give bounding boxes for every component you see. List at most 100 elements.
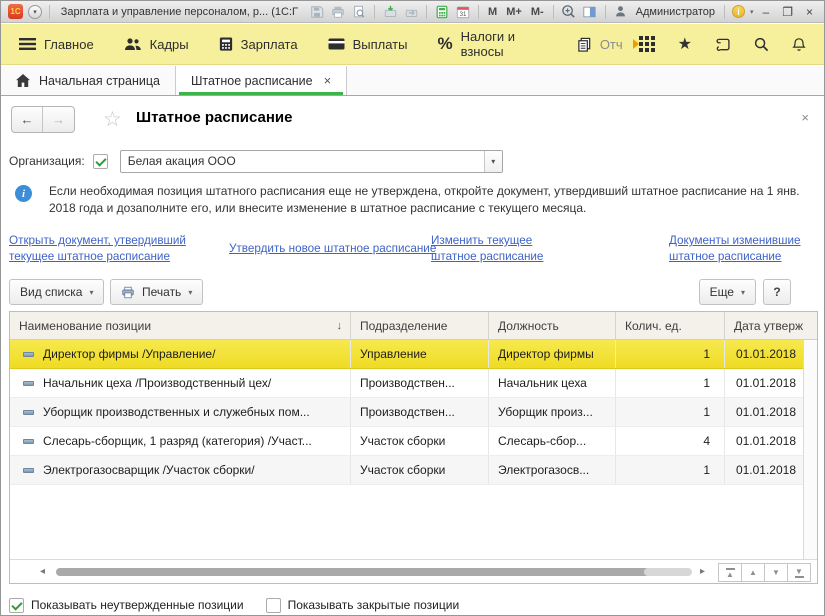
- help-button[interactable]: ?: [763, 279, 791, 305]
- memory-recall-button[interactable]: М: [486, 6, 499, 18]
- zoom-icon[interactable]: [561, 4, 577, 20]
- menu-personnel[interactable]: Кадры: [124, 37, 189, 52]
- column-header-position-name[interactable]: Наименование позиции ↓: [10, 312, 351, 339]
- position-dash-icon: [23, 410, 34, 415]
- cell-department: Участок сборки: [351, 456, 489, 484]
- scroll-right-icon[interactable]: ▸: [700, 566, 705, 577]
- current-user-label[interactable]: Администратор: [636, 6, 715, 18]
- tab-staffing-schedule[interactable]: Штатное расписание ×: [176, 66, 347, 95]
- memory-minus-button[interactable]: М-: [529, 6, 546, 18]
- divider: [426, 5, 427, 19]
- combo-dropdown-button[interactable]: ▾: [484, 151, 502, 172]
- all-functions-grid-icon[interactable]: [639, 36, 655, 52]
- cell-position: Директор фирмы: [489, 340, 616, 368]
- menu-main[interactable]: Главное: [19, 37, 94, 52]
- history-nav: ← →: [11, 106, 75, 133]
- cell-date: 01.01.2018: [725, 398, 803, 426]
- position-dash-icon: [23, 352, 34, 357]
- table-row[interactable]: Начальник цеха /Производственный цех/ Пр…: [10, 369, 803, 398]
- menu-label: Выплаты: [353, 37, 408, 52]
- cell-date: 01.01.2018: [725, 456, 803, 484]
- history-icon[interactable]: [715, 37, 731, 52]
- scrollbar-thumb[interactable]: [56, 568, 652, 576]
- chevron-down-icon: ▾: [491, 157, 495, 166]
- menu-reports[interactable]: Отч: [577, 37, 639, 52]
- link-changing-documents[interactable]: Документы изменившие штатное расписание: [669, 233, 825, 265]
- menu-label: Главное: [44, 37, 94, 52]
- menu-salary[interactable]: Зарплата: [219, 37, 298, 52]
- tab-home[interactable]: Начальная страница: [1, 66, 176, 95]
- link-approve-new-schedule[interactable]: Утвердить новое штатное расписание: [229, 241, 465, 257]
- table-row[interactable]: Слесарь-сборщик, 1 разряд (категория) /У…: [10, 427, 803, 456]
- back-button[interactable]: ←: [12, 107, 43, 132]
- system-menu-button[interactable]: ▾: [28, 5, 42, 19]
- show-unapproved-checkbox[interactable]: [9, 598, 24, 613]
- print-preview-icon[interactable]: [351, 4, 367, 20]
- go-last-row-button[interactable]: ▼: [787, 563, 811, 582]
- search-icon[interactable]: [754, 37, 769, 52]
- tab-bar: Начальная страница Штатное расписание ×: [1, 66, 824, 96]
- show-closed-checkbox[interactable]: [266, 598, 281, 613]
- bank-card-icon: [328, 38, 345, 50]
- calendar-icon[interactable]: 31: [455, 4, 471, 20]
- split-window-icon[interactable]: [582, 4, 598, 20]
- column-header-position[interactable]: Должность: [489, 312, 616, 339]
- row-up-button[interactable]: ▲: [741, 563, 765, 582]
- cell-date: 01.01.2018: [725, 369, 803, 397]
- chevron-down-icon: ▾: [89, 288, 93, 297]
- tab-label: Начальная страница: [39, 74, 160, 88]
- form-close-icon[interactable]: ×: [801, 110, 809, 125]
- table-header: Наименование позиции ↓ Подразделение Дол…: [10, 312, 817, 340]
- cell-position: Уборщик произ...: [489, 398, 616, 426]
- tab-close-icon[interactable]: ×: [324, 73, 332, 88]
- receive-file-icon[interactable]: [403, 4, 419, 20]
- print-icon[interactable]: [330, 4, 346, 20]
- chevron-down-icon[interactable]: ▾: [750, 8, 754, 16]
- column-header-count[interactable]: Колич. ед.: [616, 312, 725, 339]
- app-window: 1С ▾ Зарплата и управление персоналом, р…: [0, 0, 825, 616]
- close-button[interactable]: ×: [802, 5, 817, 19]
- save-icon[interactable]: [309, 4, 325, 20]
- cell-department: Производствен...: [351, 369, 489, 397]
- menu-payments[interactable]: Выплаты: [328, 37, 408, 52]
- column-header-department[interactable]: Подразделение: [351, 312, 489, 339]
- memory-plus-button[interactable]: М+: [504, 6, 524, 18]
- menu-label: Кадры: [150, 37, 189, 52]
- send-file-icon[interactable]: [382, 4, 398, 20]
- organization-checkbox[interactable]: [93, 154, 108, 169]
- organization-select[interactable]: Белая акация ООО ▾: [120, 150, 503, 173]
- print-button[interactable]: Печать ▾: [110, 279, 203, 305]
- table-row[interactable]: Электрогазосварщик /Участок сборки/ Учас…: [10, 456, 803, 485]
- row-down-button[interactable]: ▼: [764, 563, 788, 582]
- favorites-star-icon[interactable]: ★: [678, 34, 692, 54]
- notifications-bell-icon[interactable]: [792, 37, 806, 52]
- table-row[interactable]: Уборщик производственных и служебных пом…: [10, 398, 803, 427]
- menu-label: Налоги и взносы: [461, 29, 547, 59]
- table-body: Директор фирмы /Управление/ Управление Д…: [10, 340, 803, 559]
- forward-button[interactable]: →: [43, 107, 74, 132]
- table-row[interactable]: Директор фирмы /Управление/ Управление Д…: [10, 340, 803, 369]
- cell-date: 01.01.2018: [725, 340, 803, 368]
- menu-taxes[interactable]: % Налоги и взносы: [437, 29, 546, 59]
- go-first-row-button[interactable]: ▲: [718, 563, 742, 582]
- link-open-approving-document[interactable]: Открыть документ, утвердивший текущее шт…: [9, 233, 223, 265]
- cell-position-name: Слесарь-сборщик, 1 разряд (категория) /У…: [43, 434, 312, 448]
- vertical-scrollbar[interactable]: [803, 340, 817, 559]
- column-label: Подразделение: [360, 319, 447, 333]
- cell-position: Начальник цеха: [489, 369, 616, 397]
- horizontal-scrollbar[interactable]: ◂ ▸ ▲ ▲ ▼ ▼: [10, 559, 817, 583]
- forward-arrow-icon: →: [52, 112, 65, 127]
- printer-icon: [121, 286, 135, 299]
- scroll-left-icon[interactable]: ◂: [40, 566, 45, 577]
- minimize-button[interactable]: –: [759, 5, 774, 19]
- column-header-approval-date[interactable]: Дата утверж: [725, 312, 817, 339]
- link-change-current-schedule[interactable]: Изменить текущее штатное расписание: [431, 233, 569, 265]
- view-list-button[interactable]: Вид списка ▾: [9, 279, 104, 305]
- info-message: Если необходимая позиция штатного распис…: [49, 183, 808, 217]
- add-to-favorites-star-icon[interactable]: ☆: [103, 107, 122, 132]
- maximize-button[interactable]: ❐: [778, 5, 797, 19]
- calculator-icon[interactable]: [434, 4, 450, 20]
- position-dash-icon: [23, 381, 34, 386]
- more-button[interactable]: Еще ▾: [699, 279, 756, 305]
- service-info-icon[interactable]: i: [732, 5, 745, 18]
